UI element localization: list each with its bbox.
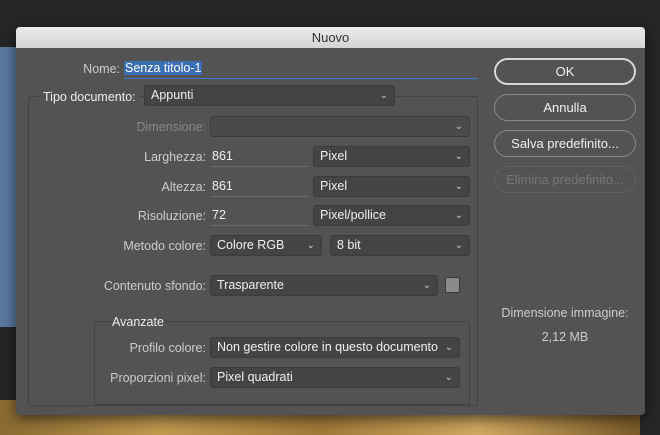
chevron-down-icon: ⌄ xyxy=(422,280,431,291)
name-label: Nome: xyxy=(83,62,120,76)
width-unit-select[interactable]: Pixel ⌄ xyxy=(313,146,470,167)
color-mode-label: Metodo colore: xyxy=(123,239,206,253)
cancel-button[interactable]: Annulla xyxy=(494,94,636,121)
chevron-down-icon: ⌄ xyxy=(454,121,463,132)
chevron-down-icon: ⌄ xyxy=(454,181,463,192)
chevron-down-icon: ⌄ xyxy=(444,372,453,383)
chevron-down-icon: ⌄ xyxy=(306,240,315,251)
doc-type-select[interactable]: Appunti ⌄ xyxy=(144,85,395,106)
color-profile-value: Non gestire colore in questo documento xyxy=(217,340,438,354)
height-unit-select[interactable]: Pixel ⌄ xyxy=(313,176,470,197)
color-profile-select[interactable]: Non gestire colore in questo documento ⌄ xyxy=(210,337,460,358)
height-label: Altezza: xyxy=(161,180,206,194)
name-value: Senza titolo-1 xyxy=(124,61,203,75)
save-preset-button[interactable]: Salva predefinito... xyxy=(494,130,636,157)
pixel-aspect-select[interactable]: Pixel quadrati ⌄ xyxy=(210,367,460,388)
color-mode-select[interactable]: Colore RGB ⌄ xyxy=(210,235,322,256)
height-unit: Pixel xyxy=(320,179,348,193)
resolution-unit: Pixel/pollice xyxy=(320,208,387,222)
doc-type-label: Tipo documento: xyxy=(40,90,139,104)
height-input[interactable]: 861 xyxy=(210,176,308,197)
dialog-title: Nuovo xyxy=(16,27,645,48)
new-document-dialog: Nuovo Nome: Senza titolo-1 Tipo document… xyxy=(16,27,645,415)
bit-depth-value: 8 bit xyxy=(337,238,361,252)
resolution-unit-select[interactable]: Pixel/pollice ⌄ xyxy=(313,205,470,226)
background-label: Contenuto sfondo: xyxy=(103,279,206,293)
background-value: Trasparente xyxy=(217,278,284,292)
ok-button[interactable]: OK xyxy=(494,58,636,85)
color-mode-value: Colore RGB xyxy=(217,238,285,252)
size-select: ⌄ xyxy=(210,116,470,137)
chevron-down-icon: ⌄ xyxy=(454,210,463,221)
size-label: Dimensione: xyxy=(136,120,206,134)
color-profile-label: Profilo colore: xyxy=(129,341,206,355)
pixel-aspect-value: Pixel quadrati xyxy=(217,370,293,384)
delete-preset-button: Elimina predefinito... xyxy=(494,166,636,193)
pixel-aspect-label: Proporzioni pixel: xyxy=(110,371,206,385)
background-color-swatch[interactable] xyxy=(445,277,460,293)
image-size-label: Dimensione immagine: xyxy=(501,306,629,320)
advanced-group xyxy=(94,321,470,405)
resolution-input[interactable]: 72 xyxy=(210,205,308,226)
chevron-down-icon: ⌄ xyxy=(444,342,453,353)
resolution-label: Risoluzione: xyxy=(137,209,206,223)
chevron-down-icon: ⌄ xyxy=(454,151,463,162)
bit-depth-select[interactable]: 8 bit ⌄ xyxy=(330,235,470,256)
width-label: Larghezza: xyxy=(144,150,206,164)
width-unit: Pixel xyxy=(320,149,348,163)
name-input[interactable]: Senza titolo-1 xyxy=(124,59,478,79)
chevron-down-icon: ⌄ xyxy=(379,90,388,101)
width-input[interactable]: 861 xyxy=(210,146,308,167)
image-size-value: 2,12 MB xyxy=(541,330,589,344)
chevron-down-icon: ⌄ xyxy=(454,240,463,251)
background-select[interactable]: Trasparente ⌄ xyxy=(210,275,438,296)
doc-type-value: Appunti xyxy=(151,88,194,102)
advanced-title: Avanzate xyxy=(112,315,164,329)
